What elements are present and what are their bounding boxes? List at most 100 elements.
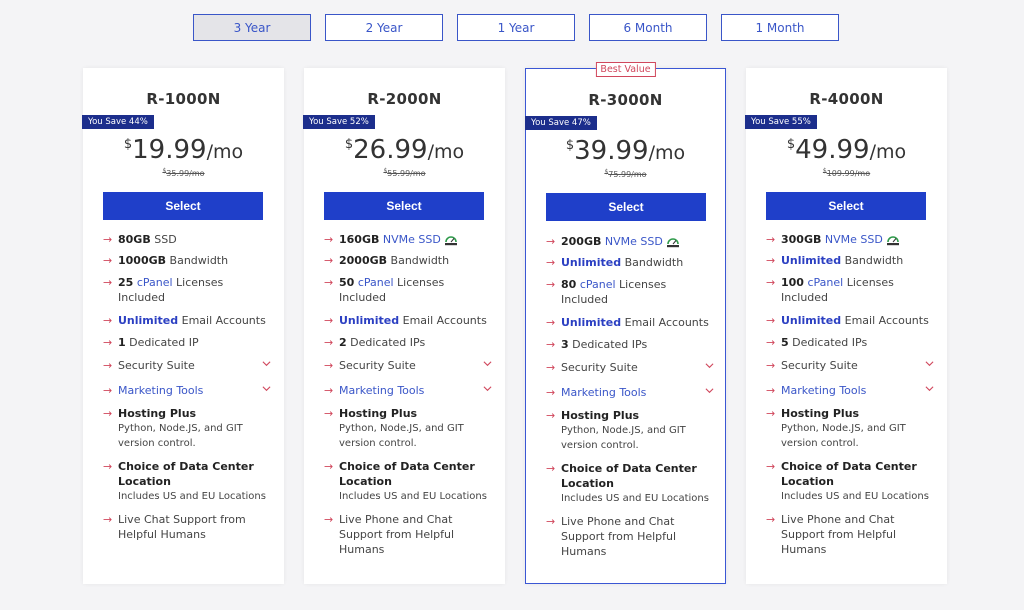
ip-count: 1 — [118, 336, 126, 349]
feature-security-suite[interactable]: → Security Suite — [546, 360, 714, 375]
feature-bandwidth: → Unlimited Bandwidth — [766, 253, 934, 268]
feature-cpanel: → 50 cPanel Licenses Included — [324, 275, 492, 305]
marketing-label: Marketing Tools — [781, 384, 867, 397]
old-price-amount: 109.99 — [826, 168, 855, 178]
hosting-plus-title: Hosting Plus — [118, 407, 197, 420]
chevron-down-icon[interactable] — [483, 359, 492, 368]
ip-count: 2 — [339, 336, 347, 349]
term-tab-1-month[interactable]: 1 Month — [721, 14, 839, 41]
ip-label: Dedicated IP — [129, 336, 199, 349]
ip-label: Dedicated IPs — [572, 338, 648, 351]
arrow-icon: → — [103, 513, 113, 526]
plan-name: R-1000N — [146, 90, 221, 108]
feature-marketing-tools[interactable]: → Marketing Tools — [324, 383, 492, 398]
feature-marketing-tools[interactable]: → Marketing Tools — [546, 385, 714, 400]
arrow-icon: → — [546, 256, 556, 269]
feature-marketing-tools[interactable]: → Marketing Tools — [766, 383, 934, 398]
chevron-down-icon[interactable] — [483, 384, 492, 393]
speed-icon — [444, 236, 457, 246]
bandwidth-label: Bandwidth — [169, 254, 229, 267]
best-value-badge: Best Value — [595, 62, 656, 77]
cpanel-count: 100 — [781, 276, 804, 289]
hosting-plus-title: Hosting Plus — [561, 409, 640, 422]
arrow-icon: → — [103, 407, 113, 420]
ip-label: Dedicated IPs — [350, 336, 426, 349]
select-button[interactable]: Select — [766, 192, 926, 220]
storage-type: SSD — [154, 233, 177, 246]
arrow-icon: → — [766, 460, 776, 473]
storage-type: NVMe SSD — [604, 235, 663, 248]
chevron-down-icon[interactable] — [262, 384, 271, 393]
price-period: /mo — [427, 141, 465, 163]
arrow-icon: → — [324, 254, 334, 267]
select-button[interactable]: Select — [324, 192, 484, 220]
storage-amount: 80GB — [118, 233, 151, 246]
feature-hosting-plus: → Hosting Plus Python, Node.JS, and GIT ve… — [766, 406, 934, 451]
ip-count: 3 — [561, 338, 569, 351]
arrow-icon: → — [546, 278, 556, 291]
feature-security-suite[interactable]: → Security Suite — [324, 358, 492, 373]
arrow-icon: → — [546, 316, 556, 329]
price-amount: 26.99 — [353, 135, 428, 165]
data-center-title: Choice of Data Center Location — [781, 460, 917, 488]
chevron-down-icon[interactable] — [262, 359, 271, 368]
term-tab-3-year[interactable]: 3 Year — [193, 14, 311, 41]
email-amount: Unlimited — [781, 314, 842, 327]
feature-support: → Live Phone and Chat Support from Helpfu… — [766, 512, 934, 557]
arrow-icon: → — [103, 314, 113, 327]
select-button[interactable]: Select — [103, 192, 263, 220]
price-period: /mo — [206, 141, 244, 163]
feature-marketing-tools[interactable]: → Marketing Tools — [103, 383, 271, 398]
arrow-icon: → — [546, 515, 556, 528]
term-tab-6-month[interactable]: 6 Month — [589, 14, 707, 41]
old-price-period: /mo — [854, 168, 871, 178]
arrow-icon: → — [324, 359, 334, 372]
arrow-icon: → — [766, 314, 776, 327]
feature-bandwidth: → Unlimited Bandwidth — [546, 255, 714, 270]
chevron-down-icon[interactable] — [705, 386, 714, 395]
cpanel-count: 50 — [339, 276, 355, 289]
email-amount: Unlimited — [118, 314, 179, 327]
chevron-down-icon[interactable] — [705, 361, 714, 370]
cpanel-link[interactable]: cPanel — [580, 278, 616, 291]
feature-support: → Live Chat Support from Helpful Humans — [103, 512, 271, 542]
plan-price: $49.99/mo — [746, 135, 947, 165]
data-center-title: Choice of Data Center Location — [339, 460, 475, 488]
cpanel-link[interactable]: cPanel — [807, 276, 843, 289]
old-price-amount: 55.99 — [387, 168, 411, 178]
data-center-title: Choice of Data Center Location — [118, 460, 254, 488]
term-tab-2-year[interactable]: 2 Year — [325, 14, 443, 41]
arrow-icon: → — [103, 359, 113, 372]
feature-hosting-plus: → Hosting Plus Python, Node.JS, and GIT ve… — [103, 406, 271, 451]
feature-cpanel: → 100 cPanel Licenses Included — [766, 275, 934, 305]
feature-storage: → 160GB NVMe SSD — [324, 232, 492, 247]
security-label: Security Suite — [561, 361, 638, 374]
currency-symbol: $ — [786, 137, 796, 152]
arrow-icon: → — [546, 361, 556, 374]
arrow-icon: → — [324, 276, 334, 289]
feature-security-suite[interactable]: → Security Suite — [103, 358, 271, 373]
hosting-plus-desc: Python, Node.JS, and GIT version control… — [339, 423, 464, 449]
feature-data-center: → Choice of Data Center Location Includes … — [103, 459, 271, 504]
feature-security-suite[interactable]: → Security Suite — [766, 358, 934, 373]
feature-cpanel: → 25 cPanel Licenses Included — [103, 275, 271, 305]
cpanel-link[interactable]: cPanel — [358, 276, 394, 289]
bandwidth-amount: Unlimited — [781, 254, 842, 267]
chevron-down-icon[interactable] — [925, 384, 934, 393]
support-label: Live Chat Support from Helpful Humans — [118, 513, 246, 541]
arrow-icon: → — [103, 460, 113, 473]
security-label: Security Suite — [781, 359, 858, 372]
feature-data-center: → Choice of Data Center Location Includes … — [324, 459, 492, 504]
plan-name: R-3000N — [588, 91, 663, 109]
plan-card-r-3000n: Best Value R-3000N You Save 47% $39.99/m… — [525, 62, 726, 584]
feature-email: → Unlimited Email Accounts — [103, 313, 271, 328]
arrow-icon: → — [324, 407, 334, 420]
chevron-down-icon[interactable] — [925, 359, 934, 368]
cpanel-link[interactable]: cPanel — [137, 276, 173, 289]
savings-badge: You Save 55% — [745, 115, 817, 129]
arrow-icon: → — [546, 409, 556, 422]
select-button[interactable]: Select — [546, 193, 706, 221]
term-tab-1-year[interactable]: 1 Year — [457, 14, 575, 41]
feature-storage: → 80GB SSD — [103, 232, 271, 247]
arrow-icon: → — [324, 513, 334, 526]
